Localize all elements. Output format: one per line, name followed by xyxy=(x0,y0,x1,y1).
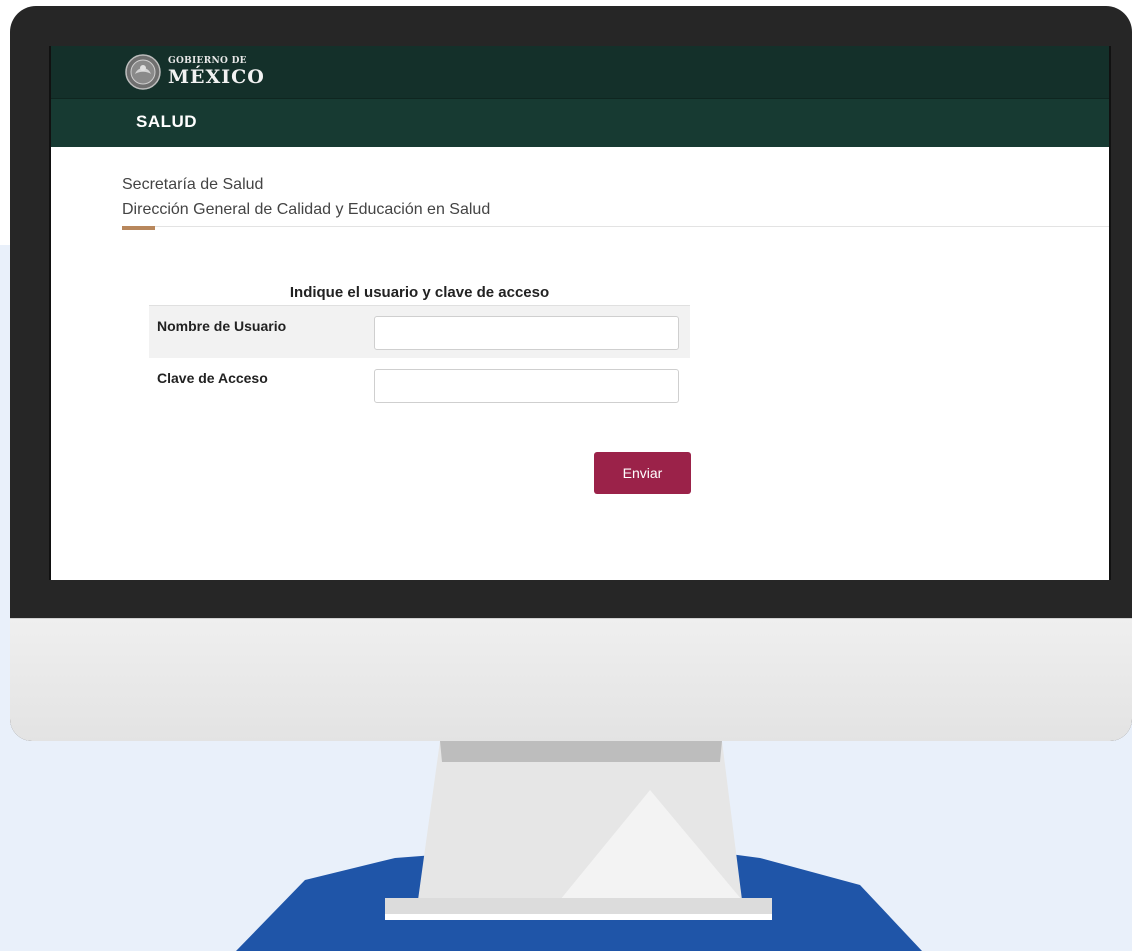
monitor-stand xyxy=(385,741,772,920)
